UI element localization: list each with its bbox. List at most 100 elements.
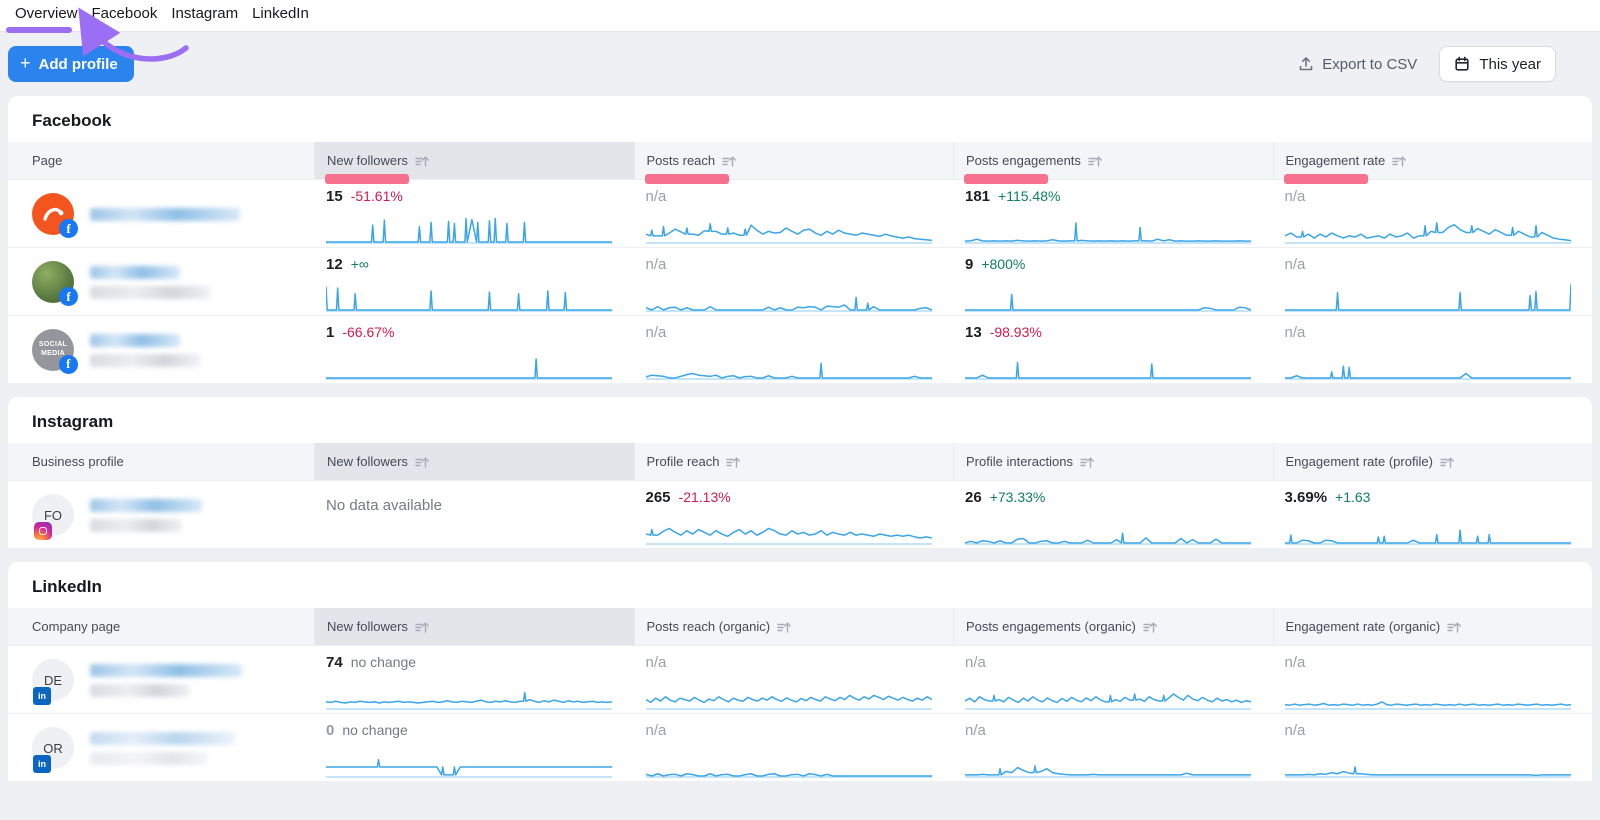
metric-value-na: n/a	[965, 722, 986, 739]
metric-cell: n/a	[1273, 714, 1593, 782]
add-profile-button[interactable]: + Add profile	[8, 46, 134, 82]
tab-instagram[interactable]: Instagram	[164, 0, 245, 31]
sort-icon	[1143, 621, 1157, 634]
metric-cell: 3.69%+1.63	[1273, 481, 1593, 549]
name-blur-line	[90, 664, 242, 677]
name-blur-line	[90, 499, 202, 512]
profile-avatar: FO	[32, 494, 74, 536]
column-header-engagement-rate-profile-[interactable]: Engagement rate (profile)	[1273, 443, 1593, 480]
column-header-posts-engagements[interactable]: Posts engagements	[953, 142, 1273, 179]
profile-cell[interactable]: DEin	[8, 646, 314, 714]
metric-change: +115.48%	[998, 188, 1060, 204]
column-header-label: New followers	[327, 619, 408, 634]
tab-linkedin[interactable]: LinkedIn	[245, 0, 316, 31]
profile-cell[interactable]: f	[8, 180, 314, 248]
metric-cell: 9+800%	[953, 248, 1273, 316]
metric-value: 265	[646, 489, 671, 506]
profile-avatar: f	[32, 193, 74, 235]
metric-value-line: n/a	[646, 654, 938, 674]
sparkline-chart	[1285, 278, 1571, 312]
metric-value-line: n/a	[965, 722, 1257, 742]
sort-icon	[722, 155, 736, 168]
table-row: FONo data available265-21.13%26+73.33%3.…	[8, 480, 1592, 548]
export-csv-button[interactable]: Export to CSV	[1298, 56, 1417, 73]
profile-cell[interactable]: ORin	[8, 714, 314, 782]
profile-cell[interactable]: f	[8, 248, 314, 316]
sparkline-chart	[1285, 210, 1571, 244]
column-header-new-followers[interactable]: New followers	[314, 142, 634, 179]
column-header-profile-reach[interactable]: Profile reach	[634, 443, 954, 480]
profile-cell[interactable]: FO	[8, 481, 314, 549]
column-header-profile-interactions[interactable]: Profile interactions	[953, 443, 1273, 480]
metric-change: no change	[342, 722, 407, 738]
column-header-label: Engagement rate	[1286, 153, 1386, 168]
metric-cell: 181+115.48%	[953, 180, 1273, 248]
profile-name-redacted	[90, 499, 202, 532]
metric-cell: n/a	[1273, 316, 1593, 384]
add-profile-label: Add profile	[39, 56, 118, 73]
column-header-posts-reach[interactable]: Posts reach	[634, 142, 954, 179]
metric-value-line: 13-98.93%	[965, 324, 1257, 344]
annotation-highlight-bar	[325, 174, 409, 184]
column-header-label: New followers	[327, 153, 408, 168]
metric-cell: 74 no change	[314, 646, 634, 714]
linkedin-badge-icon: in	[33, 687, 51, 705]
sparkline-chart	[326, 278, 612, 312]
export-csv-label: Export to CSV	[1322, 56, 1417, 73]
metric-value-na: n/a	[1285, 722, 1306, 739]
sparkline-chart	[326, 744, 612, 778]
metric-value: 74	[326, 654, 343, 671]
plus-icon: +	[20, 54, 31, 72]
column-header-label: Posts reach (organic)	[647, 619, 771, 634]
metric-value-na: n/a	[646, 188, 667, 205]
column-header-posts-engagements-organic-[interactable]: Posts engagements (organic)	[953, 608, 1273, 645]
annotation-highlight-bar	[645, 174, 729, 184]
metric-cell: n/a	[1273, 180, 1593, 248]
name-blur-line	[90, 354, 200, 367]
instagram-badge-icon	[34, 522, 52, 540]
metric-value-line: 0no change	[326, 722, 618, 742]
column-header-label: Engagement rate (profile)	[1286, 454, 1433, 469]
column-header-entity: Page	[8, 142, 314, 179]
column-header-posts-reach-organic-[interactable]: Posts reach (organic)	[634, 608, 954, 645]
metric-change: +∞	[351, 256, 369, 272]
period-selector-button[interactable]: This year	[1439, 46, 1556, 82]
metric-change: no change	[351, 654, 416, 670]
column-header-new-followers[interactable]: New followers	[314, 608, 634, 645]
metric-value-line: n/a	[646, 722, 938, 742]
metric-cell: n/a	[953, 646, 1273, 714]
metric-cell: n/a	[1273, 646, 1593, 714]
metric-value-na: n/a	[965, 654, 986, 671]
linkedin-badge-icon: in	[33, 755, 51, 773]
metric-cell: n/a	[634, 248, 954, 316]
metric-value-line: 74 no change	[326, 654, 618, 674]
section-title-linkedin: LinkedIn	[8, 562, 1592, 608]
metric-cell: n/a	[634, 646, 954, 714]
metric-cell: No data available	[314, 481, 634, 549]
column-header-engagement-rate[interactable]: Engagement rate	[1273, 142, 1593, 179]
metric-change: -21.13%	[679, 489, 731, 505]
profile-name-redacted	[90, 664, 242, 697]
column-header-new-followers[interactable]: New followers	[314, 443, 634, 480]
metric-value-na: n/a	[646, 722, 667, 739]
tab-facebook[interactable]: Facebook	[85, 0, 165, 31]
column-header-label: Posts reach	[647, 153, 716, 168]
profile-name-redacted	[90, 334, 200, 367]
sort-icon	[1392, 155, 1406, 168]
profile-cell[interactable]: SOCIALMEDIAf	[8, 316, 314, 384]
metric-value-line: n/a	[1285, 654, 1577, 674]
metric-value-line: 3.69%+1.63	[1285, 489, 1577, 509]
sort-icon	[1447, 621, 1461, 634]
sections-container: FacebookPageNew followersPosts reachPost…	[0, 96, 1600, 781]
metric-cell: 265 -21.13%	[634, 481, 954, 549]
metric-change: -66.67%	[342, 324, 394, 340]
metric-value-line: 12+∞	[326, 256, 618, 276]
table-header-facebook: Page New followers Posts reach Posts engage…	[8, 142, 1592, 179]
section-instagram: InstagramBusiness profileNew followersPr…	[8, 397, 1592, 548]
metric-value-line: 1-66.67%	[326, 324, 618, 344]
column-header-engagement-rate-organic-[interactable]: Engagement rate (organic)	[1273, 608, 1593, 645]
metric-value: 3.69%	[1285, 489, 1328, 506]
table-row: SOCIALMEDIAf1-66.67%n/a13-98.93%n/a	[8, 315, 1592, 383]
instagram-lens	[39, 527, 47, 535]
metric-cell: n/a	[634, 180, 954, 248]
